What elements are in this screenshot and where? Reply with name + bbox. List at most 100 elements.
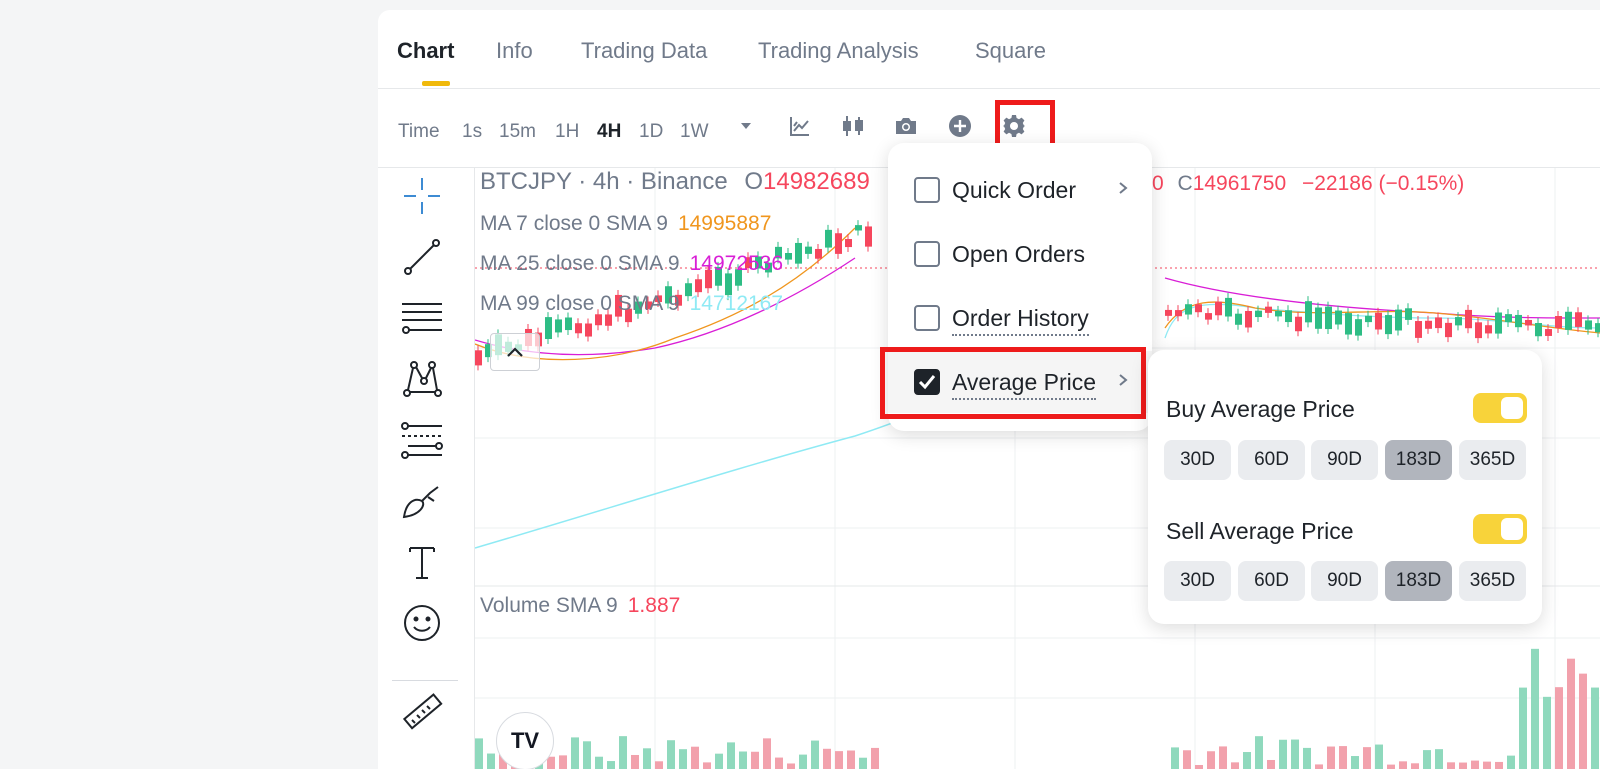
volume-bar [1267,759,1275,769]
pattern-icon[interactable] [400,357,444,401]
volume-bar [871,747,879,769]
volume-bar [1531,648,1539,769]
menu-item-quick-order[interactable]: Quick Order [888,159,1152,221]
volume-bar [1579,673,1587,769]
ma99-line [475,402,946,549]
chevron-down-icon[interactable] [731,111,761,141]
chevron-up-icon [507,347,523,357]
indicators-icon[interactable] [785,111,815,141]
volume-bar [859,757,867,769]
volume-bar [1459,762,1467,769]
symbol-legend: BTCJPY · 4h · Binance O14982689 [480,168,870,196]
ma7-value: 14995887 [677,212,772,235]
horizontal-lines-icon[interactable] [400,296,444,340]
volume-value: 1.887 [627,594,681,617]
sell-period-30d[interactable]: 30D [1164,561,1231,601]
sell-period-183d[interactable]: 183D [1385,561,1452,601]
menu-item-open-orders[interactable]: Open Orders [888,223,1152,285]
interval-1s[interactable]: 1s [462,121,482,143]
toggle-knob [1501,397,1523,419]
ma25-value: 14972536 [689,252,784,275]
volume-bar [1231,762,1239,769]
candle-body [1335,310,1342,325]
sell-period-60d[interactable]: 60D [1238,561,1305,601]
candle-body [865,226,872,247]
sell-average-price-toggle[interactable] [1473,514,1527,544]
tab-square[interactable]: Square [975,38,1046,64]
collapse-legend-button[interactable] [490,333,540,371]
interval-15m[interactable]: 15m [499,121,536,143]
buy-period-60d[interactable]: 60D [1238,440,1305,480]
time-label: Time [398,121,440,142]
order-history-checkbox[interactable] [914,305,940,331]
average-price-highlight-box [880,347,1146,419]
volume-bar [487,753,495,769]
open-orders-checkbox[interactable] [914,241,940,267]
buy-period-365d[interactable]: 365D [1459,440,1526,480]
sell-period-90d[interactable]: 90D [1311,561,1378,601]
buy-average-price-toggle[interactable] [1473,393,1527,423]
candle-body [585,323,592,337]
tradingview-logo[interactable]: TV [496,712,554,769]
ruler-icon[interactable] [400,690,444,734]
candle-body [1535,323,1542,337]
interval-1d[interactable]: 1D [639,121,663,143]
text-icon[interactable] [400,540,444,584]
tab-chart[interactable]: Chart [397,38,454,64]
interval-1h[interactable]: 1H [555,121,579,143]
fib-icon[interactable] [400,418,444,462]
buy-period-183d[interactable]: 183D [1385,440,1452,480]
emoji-icon[interactable] [400,601,444,645]
volume-bar [1447,762,1455,769]
volume-bar [703,762,711,769]
candle-body [825,229,832,248]
volume-bar [1555,687,1563,769]
volume-bar [1303,747,1311,769]
buy-average-price-label: Buy Average Price [1166,396,1355,422]
candle-body [815,248,822,259]
volume-bar [763,738,771,769]
candle-body [545,317,552,340]
volume-bar [847,750,855,769]
volume-bar [811,740,819,769]
interval-4h[interactable]: 4H [597,121,621,143]
tab-trading-data[interactable]: Trading Data [581,38,707,64]
crosshair-icon[interactable] [400,174,444,218]
volume-bar [655,761,663,769]
brush-icon[interactable] [400,479,444,523]
candle-body [1415,321,1422,338]
volume-bar [595,756,603,769]
candle-body [1275,310,1282,317]
volume-bar [1351,756,1359,769]
close-legend: 0 C14961750 −22186 (−0.15%) [1152,172,1464,196]
menu-item-order-history[interactable]: Order History [888,287,1152,349]
sell-period-365d[interactable]: 365D [1459,561,1526,601]
candle-type-icon[interactable] [838,111,868,141]
buy-period-30d[interactable]: 30D [1164,440,1231,480]
camera-icon[interactable] [891,111,921,141]
volume-bar [643,748,651,769]
candle-body [1355,319,1362,336]
chevron-right-icon [1119,182,1128,194]
candle-body [805,246,812,254]
candle-body [1165,309,1172,316]
buy-period-90d[interactable]: 90D [1311,440,1378,480]
tab-info[interactable]: Info [496,38,533,64]
volume-bar [691,746,699,769]
volume-bar [1519,687,1527,769]
volume-bar [1387,764,1395,769]
candle-body [1375,312,1382,330]
volume-bar [679,749,687,769]
candle-body [785,253,792,260]
tab-trading-analysis[interactable]: Trading Analysis [758,38,919,64]
volume-bar [739,751,747,769]
volume-bar [823,748,831,769]
quick-order-checkbox[interactable] [914,177,940,203]
trend-line-icon[interactable] [400,235,444,279]
add-icon[interactable] [945,111,975,141]
candle-body [1405,308,1412,320]
candle-body [1285,310,1292,323]
volume-bar [1279,739,1287,769]
interval-1w[interactable]: 1W [680,121,709,143]
candle-body [1325,306,1332,330]
